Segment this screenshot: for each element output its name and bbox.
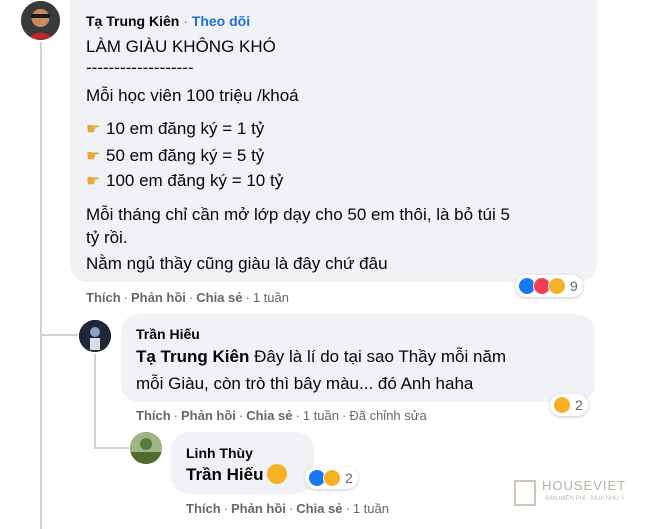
- timestamp[interactable]: 1 tuần: [253, 290, 289, 305]
- reaction-summary[interactable]: 9: [515, 275, 583, 297]
- reply-line-1: Tạ Trung Kiên Đây là lí do tại sao Thầy …: [136, 346, 506, 367]
- thread-line-main: [40, 42, 42, 529]
- separator-dot: ·: [288, 501, 294, 516]
- haha-icon: [553, 396, 571, 414]
- comment-actions: Thích · Phản hồi · Chia sẻ · 1 tuần: [86, 290, 289, 305]
- avatar[interactable]: [130, 432, 162, 464]
- avatar[interactable]: [79, 320, 111, 352]
- watermark-logo: [514, 480, 536, 506]
- comment-author[interactable]: Tạ Trung Kiên: [86, 13, 179, 29]
- separator-dot: ·: [183, 13, 188, 29]
- share-button[interactable]: Chia sẻ: [246, 408, 292, 423]
- separator-dot: ·: [245, 290, 250, 305]
- comment-line-7: Mỗi tháng chỉ cần mở lớp dạy cho 50 em t…: [86, 205, 510, 224]
- separator-dot: ·: [342, 408, 347, 423]
- timestamp[interactable]: 1 tuần: [303, 408, 339, 423]
- reaction-count: 9: [570, 278, 578, 294]
- like-button[interactable]: Thích: [186, 501, 221, 516]
- comment-line-9: Nằm ngủ thầy cũng giàu là đây chứ đâu: [86, 254, 388, 273]
- reply-button[interactable]: Phản hồi: [231, 501, 286, 516]
- reaction-count: 2: [575, 397, 583, 413]
- reply-line-2: mỗi Giàu, còn trò thì bây màu... đó Anh …: [136, 374, 474, 393]
- reaction-summary[interactable]: 2: [305, 467, 358, 489]
- bullet-text: 100 em đăng ký = 10 tỷ: [106, 171, 284, 190]
- watermark-tagline: BÁN MIỄN PHÍ · MUA NHƯ Ý: [545, 496, 626, 502]
- comment-line-3: Mỗi học viên 100 triệu /khoá: [86, 86, 299, 105]
- comment-bullet-2: ☛ 50 em đăng ký = 5 tỷ: [86, 145, 264, 167]
- avatar[interactable]: [21, 1, 60, 40]
- thread-line-connector-1: [40, 334, 78, 336]
- separator-dot: ·: [345, 501, 350, 516]
- separator-dot: ·: [223, 501, 229, 516]
- share-button[interactable]: Chia sẻ: [296, 501, 342, 516]
- reply-button[interactable]: Phản hồi: [131, 290, 186, 305]
- comment-line-8: tỷ rồi.: [86, 228, 128, 247]
- separator-dot: ·: [295, 408, 300, 423]
- thread-line-connector-2: [94, 447, 129, 449]
- comment-author-line: Tạ Trung Kiên · Theo dõi: [86, 13, 250, 29]
- reply-line-1: Trần Hiếu: [186, 464, 288, 485]
- reply-actions: Thích · Phản hồi · Chia sẻ · 1 tuần · Đã chỉnh s…: [136, 408, 427, 423]
- reply-text: Đây là lí do tại sao Thầy mỗi năm: [249, 347, 507, 366]
- laughing-face-icon: [267, 464, 288, 484]
- watermark-brand: HOUSEVIET: [542, 478, 627, 493]
- follow-link[interactable]: Theo dõi: [192, 13, 250, 29]
- separator-dot: ·: [238, 408, 244, 423]
- haha-icon: [548, 277, 566, 295]
- edited-label: Đã chỉnh sửa: [349, 408, 427, 423]
- reply-author[interactable]: Linh Thùy: [186, 445, 253, 461]
- comment-line-2: -------------------: [86, 58, 194, 77]
- reply-button[interactable]: Phản hồi: [181, 408, 236, 423]
- separator-dot: ·: [123, 290, 129, 305]
- share-button[interactable]: Chia sẻ: [196, 290, 242, 305]
- timestamp[interactable]: 1 tuần: [353, 501, 389, 516]
- bullet-text: 10 em đăng ký = 1 tỷ: [106, 119, 265, 138]
- comment-line-1: LÀM GIÀU KHÔNG KHÓ: [86, 37, 276, 56]
- mention-link[interactable]: Trần Hiếu: [186, 465, 263, 484]
- reaction-count: 2: [345, 470, 353, 486]
- separator-dot: ·: [173, 408, 179, 423]
- thread-line-reply: [94, 354, 96, 448]
- pointing-hand-icon: ☛: [86, 148, 101, 165]
- reply-actions: Thích · Phản hồi · Chia sẻ · 1 tuần: [186, 501, 389, 516]
- reply-author[interactable]: Trần Hiếu: [136, 326, 200, 342]
- like-button[interactable]: Thích: [86, 290, 121, 305]
- comment-bullet-1: ☛ 10 em đăng ký = 1 tỷ: [86, 118, 264, 140]
- pointing-hand-icon: ☛: [86, 121, 101, 138]
- bullet-text: 50 em đăng ký = 5 tỷ: [106, 146, 265, 165]
- like-button[interactable]: Thích: [136, 408, 171, 423]
- mention-link[interactable]: Tạ Trung Kiên: [136, 347, 249, 366]
- haha-icon: [323, 469, 341, 487]
- pointing-hand-icon: ☛: [86, 173, 101, 190]
- comment-bullet-3: ☛ 100 em đăng ký = 10 tỷ: [86, 170, 283, 192]
- reaction-summary[interactable]: 2: [550, 394, 588, 416]
- separator-dot: ·: [188, 290, 194, 305]
